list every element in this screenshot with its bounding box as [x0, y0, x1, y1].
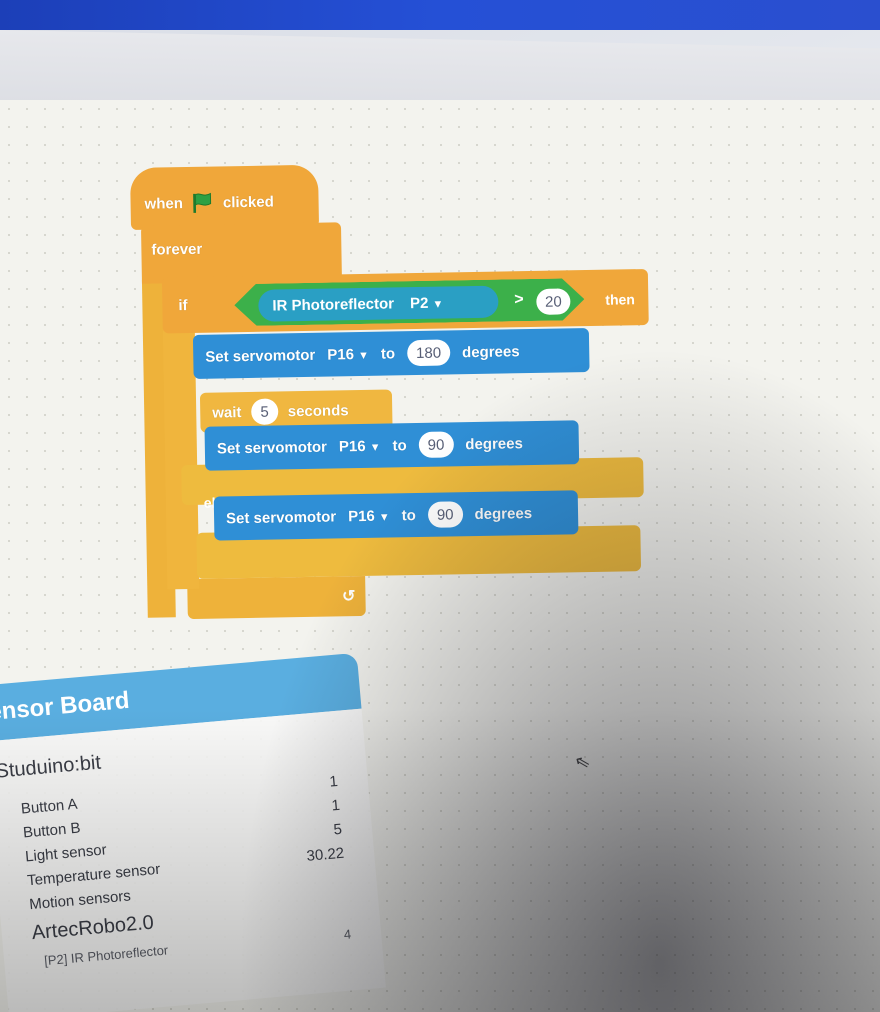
seconds-input[interactable]: 5 — [251, 398, 278, 425]
wait-label: wait — [212, 403, 242, 422]
set-servomotor-block-3[interactable]: Set servomotor P16 ▼ to 90 degrees — [213, 490, 579, 541]
clicked-label: clicked — [222, 192, 274, 211]
when-label: when — [144, 194, 184, 213]
loop-arrow-icon: ↺ — [341, 588, 356, 606]
forever-label: forever — [151, 240, 203, 259]
sensor-label: IR Photoreflector — [272, 294, 395, 315]
forever-foot: ↺ — [187, 575, 366, 620]
to-label: to — [401, 506, 417, 524]
unit-label: degrees — [474, 504, 533, 523]
angle-input[interactable]: 90 — [427, 501, 463, 528]
set-servomotor-block-2[interactable]: Set servomotor P16 ▼ to 90 degrees — [204, 420, 580, 471]
servo-label: Set servomotor — [205, 346, 316, 366]
sensor-port-dropdown[interactable]: P2 ▼ — [410, 294, 444, 311]
servo-port-dropdown[interactable]: P16 ▼ — [348, 507, 390, 524]
then-label: then — [605, 291, 636, 308]
servo-label: Set servomotor — [216, 438, 328, 458]
chevron-down-icon: ▼ — [369, 441, 381, 454]
if-label: if — [178, 296, 188, 314]
unit-label: degrees — [465, 434, 524, 453]
chevron-down-icon: ▼ — [378, 511, 390, 524]
chevron-down-icon: ▼ — [357, 349, 370, 362]
to-label: to — [380, 344, 396, 363]
threshold-input[interactable]: 20 — [536, 288, 571, 315]
ir-photoreflector-reporter[interactable]: IR Photoreflector P2 ▼ — [258, 285, 499, 322]
when-flag-clicked-block[interactable]: when clicked — [129, 164, 320, 230]
servo-port-dropdown[interactable]: P16 ▼ — [327, 345, 369, 363]
sensor-board-panel: ensor Board Studuino:bit Button A1 Butto… — [0, 651, 407, 1012]
angle-input[interactable]: 180 — [406, 339, 451, 367]
angle-input[interactable]: 90 — [418, 431, 454, 459]
sensor-row: Studuino:bit — [0, 751, 102, 783]
servo-port-dropdown[interactable]: P16 ▼ — [339, 437, 381, 454]
chevron-down-icon: ▼ — [432, 298, 444, 311]
unit-label: degrees — [461, 342, 520, 361]
green-flag-icon — [193, 192, 212, 213]
block-script[interactable]: when clicked ↺ forever else if IR Photor… — [0, 0, 880, 682]
servo-label: Set servomotor — [225, 507, 337, 527]
sensor-board-values: Studuino:bit Button A1 Button B1 Light s… — [0, 708, 386, 1012]
to-label: to — [392, 436, 407, 454]
operator-symbol: > — [514, 291, 524, 309]
set-servomotor-block-1[interactable]: Set servomotor P16 ▼ to 180 degrees — [192, 328, 590, 379]
monitor-screen: when clicked ↺ forever else if IR Photor… — [0, 0, 880, 1012]
seconds-label: seconds — [287, 401, 349, 420]
